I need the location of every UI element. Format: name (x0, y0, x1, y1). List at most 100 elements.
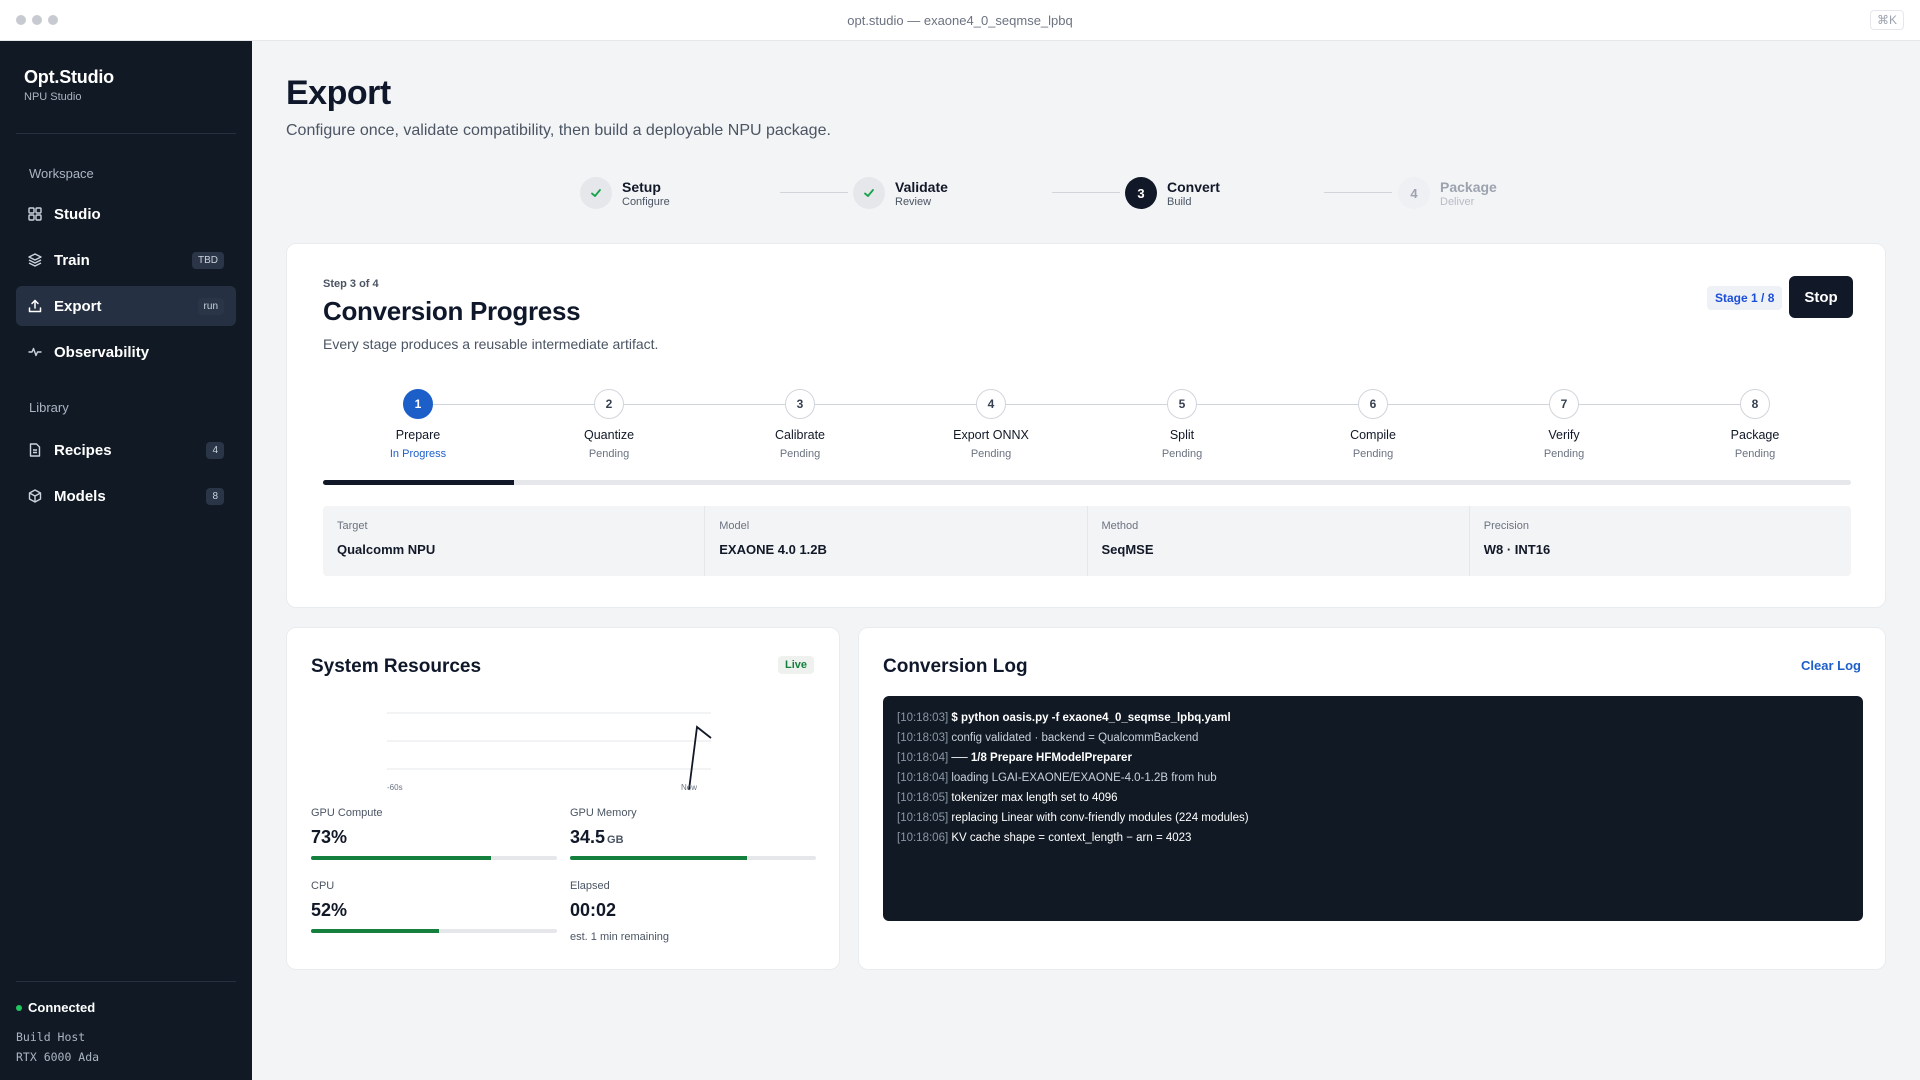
gpu-compute-line (688, 725, 712, 791)
status-dot-icon (16, 1004, 22, 1011)
stage-badge: Stage 1 / 8 (1707, 286, 1783, 310)
metric-bar (311, 929, 557, 933)
build-host-label: Build Host (16, 1030, 86, 1044)
stage-name: Verify (1548, 428, 1580, 442)
stage-number: 8 (1740, 389, 1770, 419)
stop-button[interactable]: Stop (1789, 276, 1853, 318)
sidebar-item-recipes[interactable]: Recipes 4 (16, 430, 236, 470)
log-timestamp: [10:18:05] (897, 792, 949, 804)
pipeline-stage-compile[interactable]: 6 Compile Pending (1278, 388, 1468, 460)
metric-bar (311, 856, 557, 860)
metric-bar-fill (311, 856, 491, 860)
minimize-window-button[interactable] (32, 15, 42, 25)
sidebar-item-label: Train (54, 251, 90, 269)
brand: Opt.Studio NPU Studio (24, 67, 114, 103)
stage-number: 7 (1549, 389, 1579, 419)
wizard-step-connector (780, 192, 848, 193)
step-indicator: Step 3 of 4 (323, 278, 379, 290)
close-window-button[interactable] (16, 15, 26, 25)
sidebar-divider (16, 133, 236, 134)
sidebar-item-models[interactable]: Models 8 (16, 476, 236, 516)
config-label: Precision (1483, 520, 1529, 532)
maximize-window-button[interactable] (48, 15, 58, 25)
overall-progress-bar (323, 480, 1851, 485)
stage-number: 6 (1358, 389, 1388, 419)
log-terminal[interactable]: [10:18:03] $ python oasis.py -f exaone4_… (883, 696, 1863, 921)
sidebar-item-train[interactable]: Train TBD (16, 240, 236, 280)
sidebar-item-label: Observability (54, 343, 150, 361)
sidebar-item-observability[interactable]: Observability (16, 332, 236, 372)
metric-label: GPU Memory (570, 807, 637, 819)
wizard-step-convert[interactable]: 3 Convert Build (1125, 177, 1220, 209)
conversion-progress-title: Conversion Progress (323, 296, 581, 326)
clear-log-button[interactable]: Clear Log (1801, 658, 1861, 673)
config-model: Model EXAONE 4.0 1.2B (705, 506, 1088, 576)
window-controls[interactable] (16, 15, 58, 25)
log-message: config validated · backend = QualcommBac… (951, 732, 1199, 744)
log-line: [10:18:06] KV cache shape = context_leng… (897, 828, 1849, 848)
metric-value: 52% (311, 900, 348, 920)
log-timestamp: [10:18:06] (897, 832, 949, 844)
upload-icon (28, 299, 42, 313)
metric-label: CPU (311, 880, 335, 892)
stage-name: Export ONNX (953, 428, 1029, 442)
overall-progress-fill (323, 480, 514, 485)
brand-subtitle: NPU Studio (24, 91, 82, 103)
stage-name: Compile (1350, 428, 1396, 442)
stage-status: Pending (779, 448, 821, 460)
sidebar-item-badge: 4 (206, 441, 224, 459)
pipeline-stage-export-onnx[interactable]: 4 Export ONNX Pending (896, 388, 1086, 460)
pipeline-stage-quantize[interactable]: 2 Quantize Pending (514, 388, 704, 460)
connection-status: Connected Build Host RTX 6000 Ada (16, 1000, 99, 1067)
stage-status: Pending (588, 448, 630, 460)
sidebar-divider (16, 981, 236, 982)
metric-value: 73% (311, 827, 348, 847)
sidebar-item-badge: TBD (192, 251, 224, 269)
stage-name: Prepare (395, 428, 441, 442)
stage-number: 1 (403, 389, 433, 419)
sidebar-item-label: Recipes (54, 441, 112, 459)
metric-value: 00:02 (570, 900, 617, 920)
pipeline-stage-split[interactable]: 5 Split Pending (1087, 388, 1277, 460)
metric-value: 34.5 (570, 827, 606, 847)
system-resources-title: System Resources (311, 656, 482, 677)
log-message: loading LGAI-EXAONE/EXAONE-4.0-1.2B from… (951, 772, 1217, 784)
metric-elapsed: Elapsed 00:02 est. 1 min remaining (570, 880, 816, 943)
command-palette-shortcut[interactable]: ⌘K (1869, 10, 1904, 30)
log-message: tokenizer max length set to 4096 (951, 792, 1118, 804)
sidebar-item-export[interactable]: Export run (16, 286, 236, 326)
stage-number: 4 (976, 389, 1006, 419)
metric-gpu-compute: GPU Compute 73% (311, 807, 557, 860)
stage-number: 2 (594, 389, 624, 419)
wizard-step-number: 3 (1125, 177, 1157, 209)
log-message: replacing Linear with conv-friendly modu… (951, 812, 1249, 824)
build-host-info: Build Host RTX 6000 Ada (16, 1027, 99, 1067)
stage-status: Pending (1352, 448, 1394, 460)
wizard-step-title: Package (1440, 178, 1497, 195)
wizard-step-setup[interactable]: Setup Configure (580, 177, 670, 209)
wizard-step-package[interactable]: 4 Package Deliver (1398, 177, 1497, 209)
pipeline-stage-prepare[interactable]: 1 Prepare In Progress (323, 388, 513, 460)
pipeline-stage-package[interactable]: 8 Package Pending (1660, 388, 1850, 460)
stage-name: Split (1169, 428, 1195, 442)
cube-icon (28, 489, 42, 503)
metric-bar-fill (570, 856, 748, 860)
window-title: opt.studio — exaone4_0_seqmse_lpbq (847, 12, 1073, 28)
conversion-log-card: Conversion Log Clear Log [10:18:03] $ py… (858, 627, 1886, 970)
section-label-library: Library (29, 400, 69, 415)
page-subtitle: Configure once, validate compatibility, … (286, 122, 831, 139)
chart-x-end-label: Now (681, 783, 697, 792)
log-timestamp: [10:18:04] (897, 772, 949, 784)
pipeline-stage-calibrate[interactable]: 3 Calibrate Pending (705, 388, 895, 460)
metric-label: GPU Compute (311, 807, 383, 819)
pipeline-stage-verify[interactable]: 7 Verify Pending (1469, 388, 1659, 460)
config-value: EXAONE 4.0 1.2B (719, 542, 827, 557)
config-precision: Precision W8 · INT16 (1470, 506, 1851, 576)
sidebar-item-studio[interactable]: Studio (16, 194, 236, 234)
log-message: $ python oasis.py -f exaone4_0_seqmse_lp… (951, 712, 1231, 724)
wizard-step-connector (1052, 192, 1120, 193)
metric-bar (570, 856, 816, 860)
stage-status: Pending (1543, 448, 1585, 460)
wizard-step-validate[interactable]: Validate Review (853, 177, 948, 209)
log-line: [10:18:03] $ python oasis.py -f exaone4_… (897, 708, 1849, 728)
